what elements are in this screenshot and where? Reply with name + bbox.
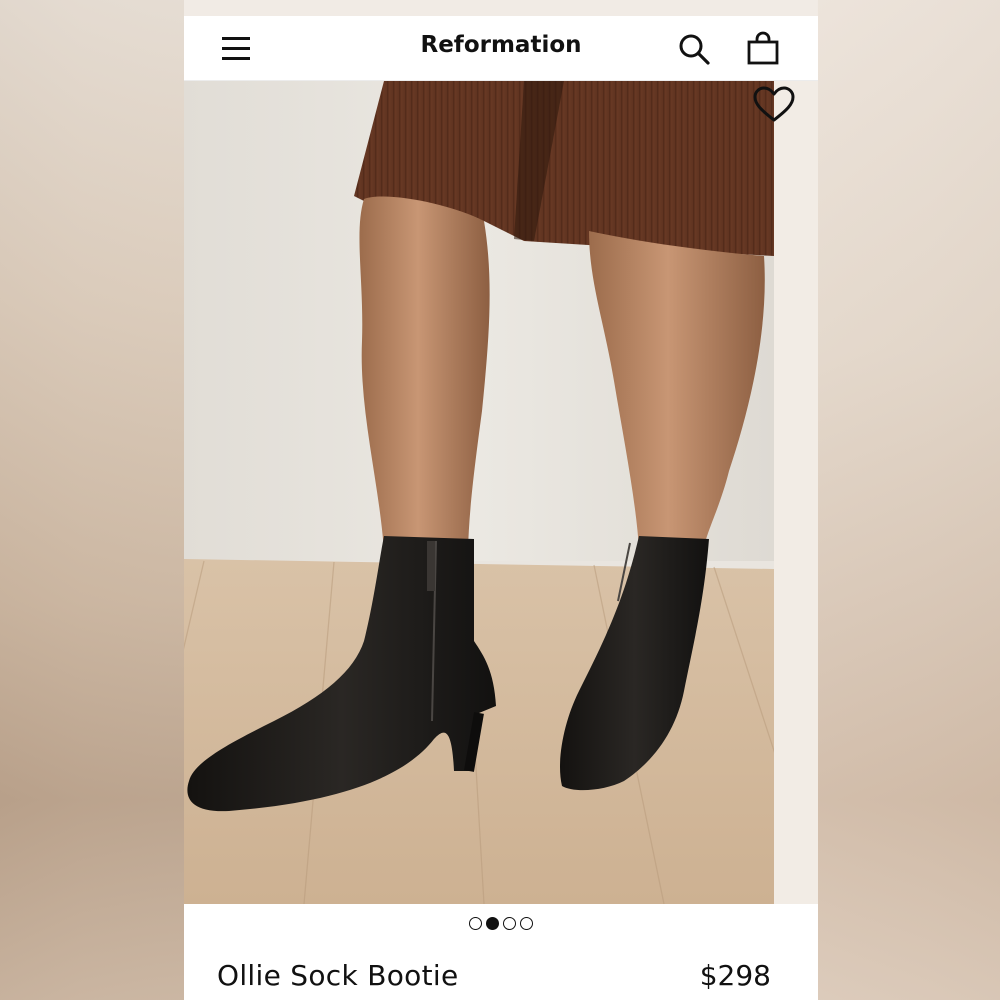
heart-outline-icon[interactable] xyxy=(753,86,795,124)
pagination-dot-1[interactable] xyxy=(469,916,482,930)
product-name: Ollie Sock Bootie xyxy=(217,959,459,992)
image-pagination-dots xyxy=(184,913,818,933)
blurred-background-right xyxy=(818,0,1000,1000)
product-image[interactable] xyxy=(184,81,774,904)
product-price: $298 xyxy=(699,959,771,992)
top-navigation-bar: Reformation xyxy=(184,16,818,81)
phone-screen: Reformation Ollie Sock Bootie $298 xyxy=(184,16,818,1000)
pagination-dot-3[interactable] xyxy=(503,916,516,930)
pagination-dot-2-active[interactable] xyxy=(486,916,499,930)
product-photo-illustration xyxy=(184,81,774,904)
blurred-background-left xyxy=(0,0,184,1000)
shopping-bag-icon[interactable] xyxy=(746,30,780,66)
pagination-dot-4[interactable] xyxy=(520,916,533,930)
search-icon[interactable] xyxy=(677,32,711,66)
brand-logo[interactable]: Reformation xyxy=(184,32,818,58)
hamburger-menu-icon[interactable] xyxy=(222,34,250,62)
image-side-rail xyxy=(774,81,818,904)
